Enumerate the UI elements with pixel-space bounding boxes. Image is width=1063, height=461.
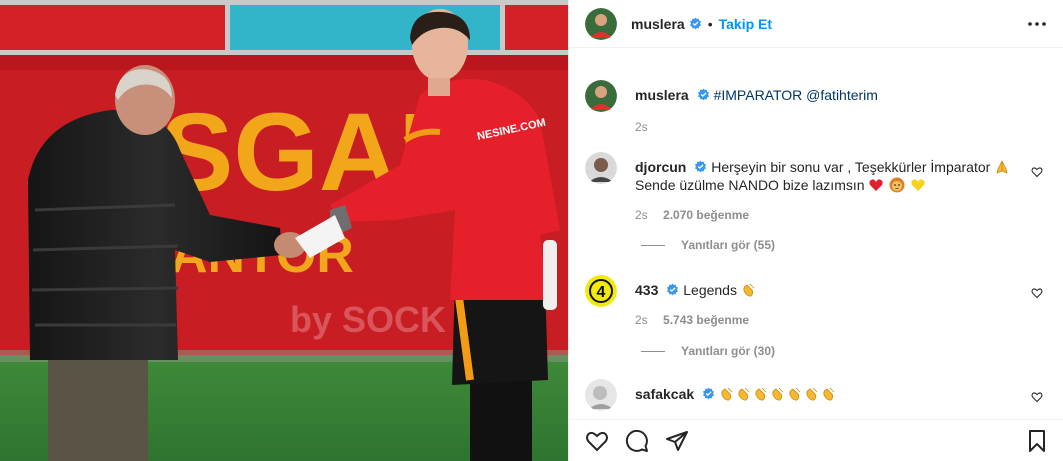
clapping-hands-icon <box>823 387 835 401</box>
verified-badge-icon <box>667 283 679 296</box>
post-header: muslera • Takip Et <box>569 0 1063 48</box>
post-action-bar <box>569 419 1063 461</box>
post-side-panel: muslera • Takip Et muslera #IMPARATOR @f… <box>568 0 1063 461</box>
clapping-hands-icon <box>789 387 801 401</box>
comment-item: safakcak <box>585 379 1047 411</box>
comment-time[interactable]: 2s <box>635 208 648 222</box>
comment-text: Legends <box>683 282 737 298</box>
view-replies-button[interactable]: Yanıtları gör (30) <box>641 344 775 358</box>
more-options-icon[interactable] <box>1027 16 1047 32</box>
view-replies-label: Yanıtları gör (55) <box>681 238 776 252</box>
heart-icon[interactable] <box>585 429 609 453</box>
clapping-hands-icon <box>738 387 750 401</box>
svg-text:4: 4 <box>597 284 606 301</box>
caption-avatar[interactable] <box>585 80 617 112</box>
comment-icon[interactable] <box>625 429 649 453</box>
view-replies-button[interactable]: Yanıtları gör (55) <box>641 238 775 252</box>
clapping-hands-row <box>719 386 838 402</box>
replies-divider <box>641 350 665 352</box>
post-photo[interactable]: SGAL ANTOR by SOCK NESI <box>0 0 568 461</box>
caption-mention[interactable]: @fatihterim <box>806 87 878 103</box>
photo-illustration: SGAL ANTOR by SOCK NESI <box>0 0 568 461</box>
caption-username[interactable]: muslera <box>635 87 689 103</box>
clapping-hands-icon <box>772 387 784 401</box>
author-avatar[interactable] <box>585 7 617 40</box>
comment-like-heart-icon[interactable] <box>1031 166 1043 178</box>
comment-meta: 2s 2.070 beğenme <box>635 208 1011 222</box>
red-heart-icon <box>869 179 884 191</box>
verified-badge-icon <box>703 387 715 400</box>
clapping-hands-icon <box>743 283 755 297</box>
verified-badge-icon <box>689 17 701 30</box>
comments-list[interactable]: muslera #IMPARATOR @fatihterim 2s djorcu… <box>569 48 1063 419</box>
post-container: SGAL ANTOR by SOCK NESI <box>0 0 1063 461</box>
comment-username[interactable]: 433 <box>635 282 658 298</box>
comment-text-line2: Sende üzülme NANDO bize lazımsın <box>635 177 865 193</box>
comment-avatar[interactable] <box>585 379 617 411</box>
verified-badge-icon <box>697 88 709 101</box>
clapping-hands-icon <box>721 387 733 401</box>
comment-item: djorcun Herşeyin bir sonu var , Teşekkür… <box>585 152 1047 222</box>
comment-meta: 2s 5.743 beğenme <box>635 313 758 327</box>
lion-face-icon <box>889 177 905 193</box>
comment-item: 4 433 Legends 2s 5.743 beğenme <box>585 275 1047 327</box>
praying-hands-icon <box>996 160 1008 174</box>
comment-like-heart-icon[interactable] <box>1031 391 1043 403</box>
comment-avatar[interactable] <box>585 152 617 184</box>
bookmark-icon[interactable] <box>1025 429 1049 453</box>
replies-divider <box>641 244 665 246</box>
follow-button[interactable]: Takip Et <box>719 16 772 32</box>
header-separator: • <box>707 15 713 32</box>
comment-likes[interactable]: 5.743 beğenme <box>663 313 749 327</box>
post-caption: muslera #IMPARATOR @fatihterim 2s <box>585 80 1047 134</box>
caption-time[interactable]: 2s <box>635 120 648 134</box>
verified-badge-icon <box>695 160 707 173</box>
view-replies-label: Yanıtları gör (30) <box>681 344 776 358</box>
comment-likes[interactable]: 2.070 beğenme <box>663 208 749 222</box>
comment-text-line1: Herşeyin bir sonu var , Teşekkürler İmpa… <box>711 159 991 175</box>
clapping-hands-icon <box>806 387 818 401</box>
yellow-heart-icon <box>911 179 925 191</box>
comment-username[interactable]: djorcun <box>635 159 686 175</box>
caption-meta: 2s <box>635 120 878 134</box>
caption-hashtag[interactable]: #IMPARATOR <box>714 87 803 103</box>
comment-avatar[interactable]: 4 <box>585 275 617 307</box>
banner-text-3: by SOCK <box>290 299 446 340</box>
comment-time[interactable]: 2s <box>635 313 648 327</box>
share-icon[interactable] <box>665 429 689 453</box>
author-username[interactable]: muslera <box>631 16 685 32</box>
clapping-hands-icon <box>755 387 767 401</box>
comment-username[interactable]: safakcak <box>635 386 694 402</box>
comment-like-heart-icon[interactable] <box>1031 287 1043 299</box>
